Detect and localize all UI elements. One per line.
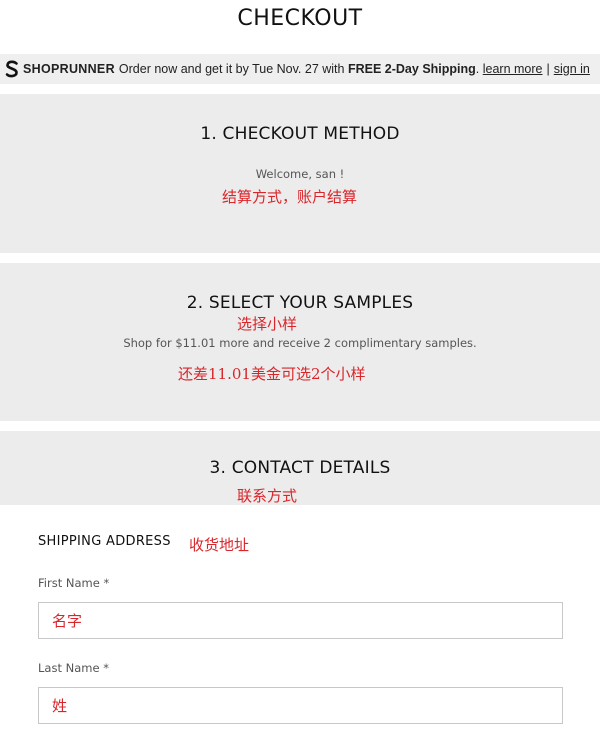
- last-name-field[interactable]: 姓: [38, 687, 563, 724]
- samples-heading-annotation: 选择小样: [237, 315, 298, 333]
- link-separator: |: [546, 62, 550, 76]
- last-name-label: Last Name *: [38, 661, 109, 675]
- checkout-method-annotation: 结算方式，账户结算: [222, 188, 358, 206]
- contact-details-annotation: 联系方式: [237, 487, 298, 505]
- samples-heading[interactable]: 2. SELECT YOUR SAMPLES: [0, 293, 600, 313]
- shoprunner-banner: SHOPRUNNER Order now and get it by Tue N…: [0, 54, 600, 84]
- samples-annotation: 还差11.01美金可选2个小样: [178, 365, 366, 383]
- shipping-address-form: SHIPPING ADDRESS 收货地址 First Name * 名字 La…: [0, 505, 600, 733]
- sign-in-link[interactable]: sign in: [554, 62, 590, 76]
- shoprunner-message: Order now and get it by Tue Nov. 27 with: [118, 62, 345, 76]
- shipping-address-title: SHIPPING ADDRESS: [38, 534, 171, 549]
- checkout-method-heading[interactable]: 1. CHECKOUT METHOD: [0, 124, 600, 144]
- free-shipping-highlight: FREE 2-Day Shipping: [347, 62, 476, 76]
- page-title: CHECKOUT: [237, 6, 363, 31]
- contact-details-section[interactable]: 3. CONTACT DETAILS 联系方式: [0, 431, 600, 505]
- samples-description: Shop for $11.01 more and receive 2 compl…: [123, 336, 477, 350]
- welcome-text: Welcome, san !: [255, 167, 345, 181]
- shipping-address-annotation: 收货地址: [189, 536, 250, 554]
- checkout-method-section[interactable]: 1. CHECKOUT METHOD Welcome, san ! 结算方式，账…: [0, 94, 600, 253]
- contact-details-heading[interactable]: 3. CONTACT DETAILS: [0, 458, 600, 478]
- first-name-label: First Name *: [38, 576, 110, 590]
- samples-section[interactable]: 2. SELECT YOUR SAMPLES 选择小样 Shop for $11…: [0, 263, 600, 421]
- shoprunner-logo-icon: [4, 60, 20, 78]
- learn-more-link[interactable]: learn more: [483, 62, 543, 76]
- shoprunner-period: .: [475, 62, 480, 76]
- shoprunner-brand: SHOPRUNNER: [23, 62, 115, 76]
- first-name-field[interactable]: 名字: [38, 602, 563, 639]
